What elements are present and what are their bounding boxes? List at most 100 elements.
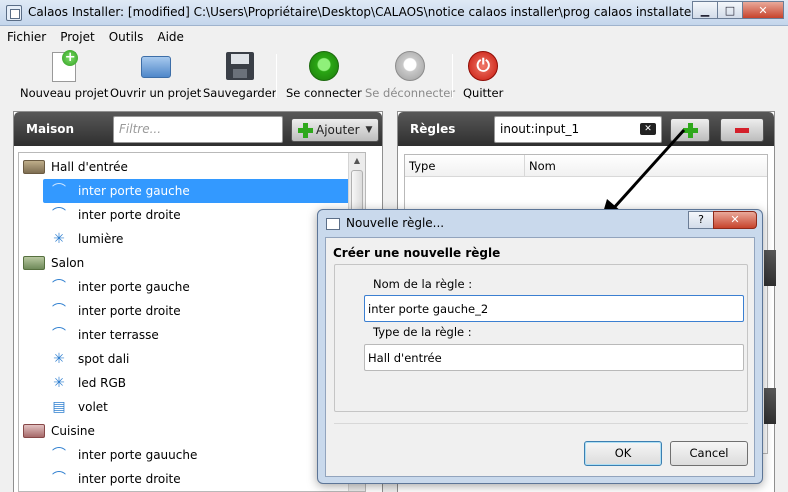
add-rule-button[interactable] <box>670 118 710 142</box>
menu-bar: Fichier Projet Outils Aide <box>0 27 788 47</box>
new-project-button[interactable]: + Nouveau projet <box>20 50 108 100</box>
dialog-separator <box>334 423 748 424</box>
clear-icon[interactable]: ✕ <box>640 123 656 135</box>
column-header-type[interactable]: Type <box>405 155 525 177</box>
menu-fichier[interactable]: Fichier <box>0 27 53 47</box>
rule-name-input[interactable]: inter porte gauche_2 <box>364 295 744 322</box>
item-label: inter porte droite <box>78 304 181 318</box>
connect-green-icon <box>308 50 340 82</box>
window-title: Calaos Installer: [modified] C:\Users\Pr… <box>28 5 697 19</box>
item-label: led RGB <box>78 376 127 390</box>
quit-button[interactable]: ⏻ Quitter <box>463 50 503 100</box>
minimize-button[interactable]: ▁ <box>692 1 718 19</box>
save-button[interactable]: Sauvegarder <box>203 50 277 100</box>
remove-rule-button[interactable] <box>720 118 764 142</box>
cancel-button[interactable]: Cancel <box>670 441 748 466</box>
switch-icon: ⌒ <box>52 207 66 223</box>
tree-item-hall-inter-porte-gauche[interactable]: ⌒ inter porte gauche <box>43 179 365 203</box>
dialog-heading: Créer une nouvelle règle <box>333 246 501 260</box>
toolbar-separator <box>452 54 453 98</box>
open-project-button[interactable]: Ouvrir un projet <box>110 50 201 100</box>
menu-aide[interactable]: Aide <box>150 27 191 47</box>
rule-type-input[interactable]: Hall d'entrée <box>364 344 744 371</box>
switch-icon: ⌒ <box>52 303 66 319</box>
ok-button[interactable]: OK <box>584 441 662 466</box>
item-label: inter terrasse <box>78 328 159 342</box>
disconnect-label: Se déconnecter <box>365 86 456 100</box>
rule-name-label: Nom de la règle : <box>373 277 473 291</box>
tree-room-hall[interactable]: Hall d'entrée <box>23 155 128 179</box>
save-label: Sauvegarder <box>203 86 277 100</box>
switch-icon: ⌒ <box>52 279 66 295</box>
rule-type-label: Type de la règle : <box>373 325 472 339</box>
light-icon: ✳ <box>53 375 65 391</box>
menu-projet[interactable]: Projet <box>53 27 101 47</box>
rules-panel-title: Règles <box>410 122 456 136</box>
dialog-body: Créer une nouvelle règle Nom de la règle… <box>325 237 755 477</box>
new-document-icon: + <box>48 50 80 82</box>
dialog-window-icon <box>326 218 340 230</box>
item-label: volet <box>78 400 108 414</box>
app-icon <box>6 5 22 21</box>
power-icon: ⏻ <box>467 50 499 82</box>
add-plus-icon <box>298 122 313 138</box>
item-label: inter porte droite <box>78 472 181 486</box>
scroll-up-icon[interactable]: ▲ <box>349 153 365 169</box>
calaos-installer-window: Calaos Installer: [modified] C:\Users\Pr… <box>0 0 788 492</box>
dialog-form-group: Nom de la règle : inter porte gauche_2 T… <box>334 264 748 412</box>
dialog-title: Nouvelle règle... <box>346 216 445 230</box>
hidden-panel-edge <box>764 250 776 286</box>
add-button-label: Ajouter <box>316 123 360 137</box>
remove-minus-icon <box>735 127 749 133</box>
toolbar: + Nouveau projet Ouvrir un projet Sauveg… <box>0 48 788 108</box>
item-label: inter porte gauche <box>78 184 190 198</box>
add-plus-icon <box>682 122 698 138</box>
room-label: Salon <box>51 256 85 270</box>
item-label: inter porte droite <box>78 208 181 222</box>
room-label: Cuisine <box>51 424 95 438</box>
chevron-down-icon: ▼ <box>365 125 373 135</box>
item-label: inter porte gauuche <box>78 448 198 462</box>
connect-label: Se connecter <box>286 86 362 100</box>
add-button[interactable]: Ajouter ▼ <box>291 118 380 142</box>
house-tree: Hall d'entrée ⌒ inter porte gauche ⌒ int… <box>18 152 366 492</box>
room-icon <box>23 256 45 270</box>
disconnect-button[interactable]: Se déconnecter <box>365 50 455 100</box>
floppy-disk-icon <box>224 50 256 82</box>
house-panel-header: Maison Filtre... Ajouter ▼ <box>14 112 382 146</box>
toolbar-separator <box>276 54 277 98</box>
open-folder-icon <box>140 50 172 82</box>
quit-label: Quitter <box>463 86 504 100</box>
room-icon <box>23 160 45 174</box>
column-header-nom[interactable]: Nom <box>525 155 767 177</box>
rules-search-value: inout:input_1 <box>500 122 580 136</box>
switch-icon: ⌒ <box>52 447 66 463</box>
filter-input[interactable]: Filtre... <box>113 116 283 143</box>
connect-button[interactable]: Se connecter <box>286 50 362 100</box>
room-icon <box>23 424 45 438</box>
dialog-help-button[interactable]: ? <box>688 211 714 229</box>
rules-search-input[interactable]: inout:input_1 ✕ <box>494 116 662 143</box>
item-label: lumière <box>78 232 124 246</box>
menu-outils[interactable]: Outils <box>102 27 151 47</box>
new-project-label: Nouveau projet <box>20 86 109 100</box>
title-bar: Calaos Installer: [modified] C:\Users\Pr… <box>0 0 788 26</box>
disconnect-grey-icon <box>394 50 426 82</box>
switch-icon: ⌒ <box>52 327 66 343</box>
shutter-icon: ▤ <box>52 399 66 415</box>
maximize-button[interactable]: □ <box>717 1 743 19</box>
window-controls: ▁ □ ✕ <box>692 1 784 19</box>
light-icon: ✳ <box>53 231 65 247</box>
new-rule-dialog: Nouvelle règle... ? ✕ Créer une nouvelle… <box>317 209 763 484</box>
tree-room-cuisine[interactable]: Cuisine <box>23 419 95 443</box>
tree-room-salon[interactable]: Salon <box>23 251 84 275</box>
rules-panel-header: Règles inout:input_1 ✕ <box>398 112 774 146</box>
light-icon: ✳ <box>53 351 65 367</box>
hidden-panel-edge <box>764 388 776 424</box>
switch-icon: ⌒ <box>52 471 66 487</box>
close-button[interactable]: ✕ <box>742 1 784 19</box>
house-panel-title: Maison <box>26 122 75 136</box>
item-label: spot dali <box>78 352 130 366</box>
dialog-close-button[interactable]: ✕ <box>713 211 757 229</box>
open-project-label: Ouvrir un projet <box>110 86 202 100</box>
